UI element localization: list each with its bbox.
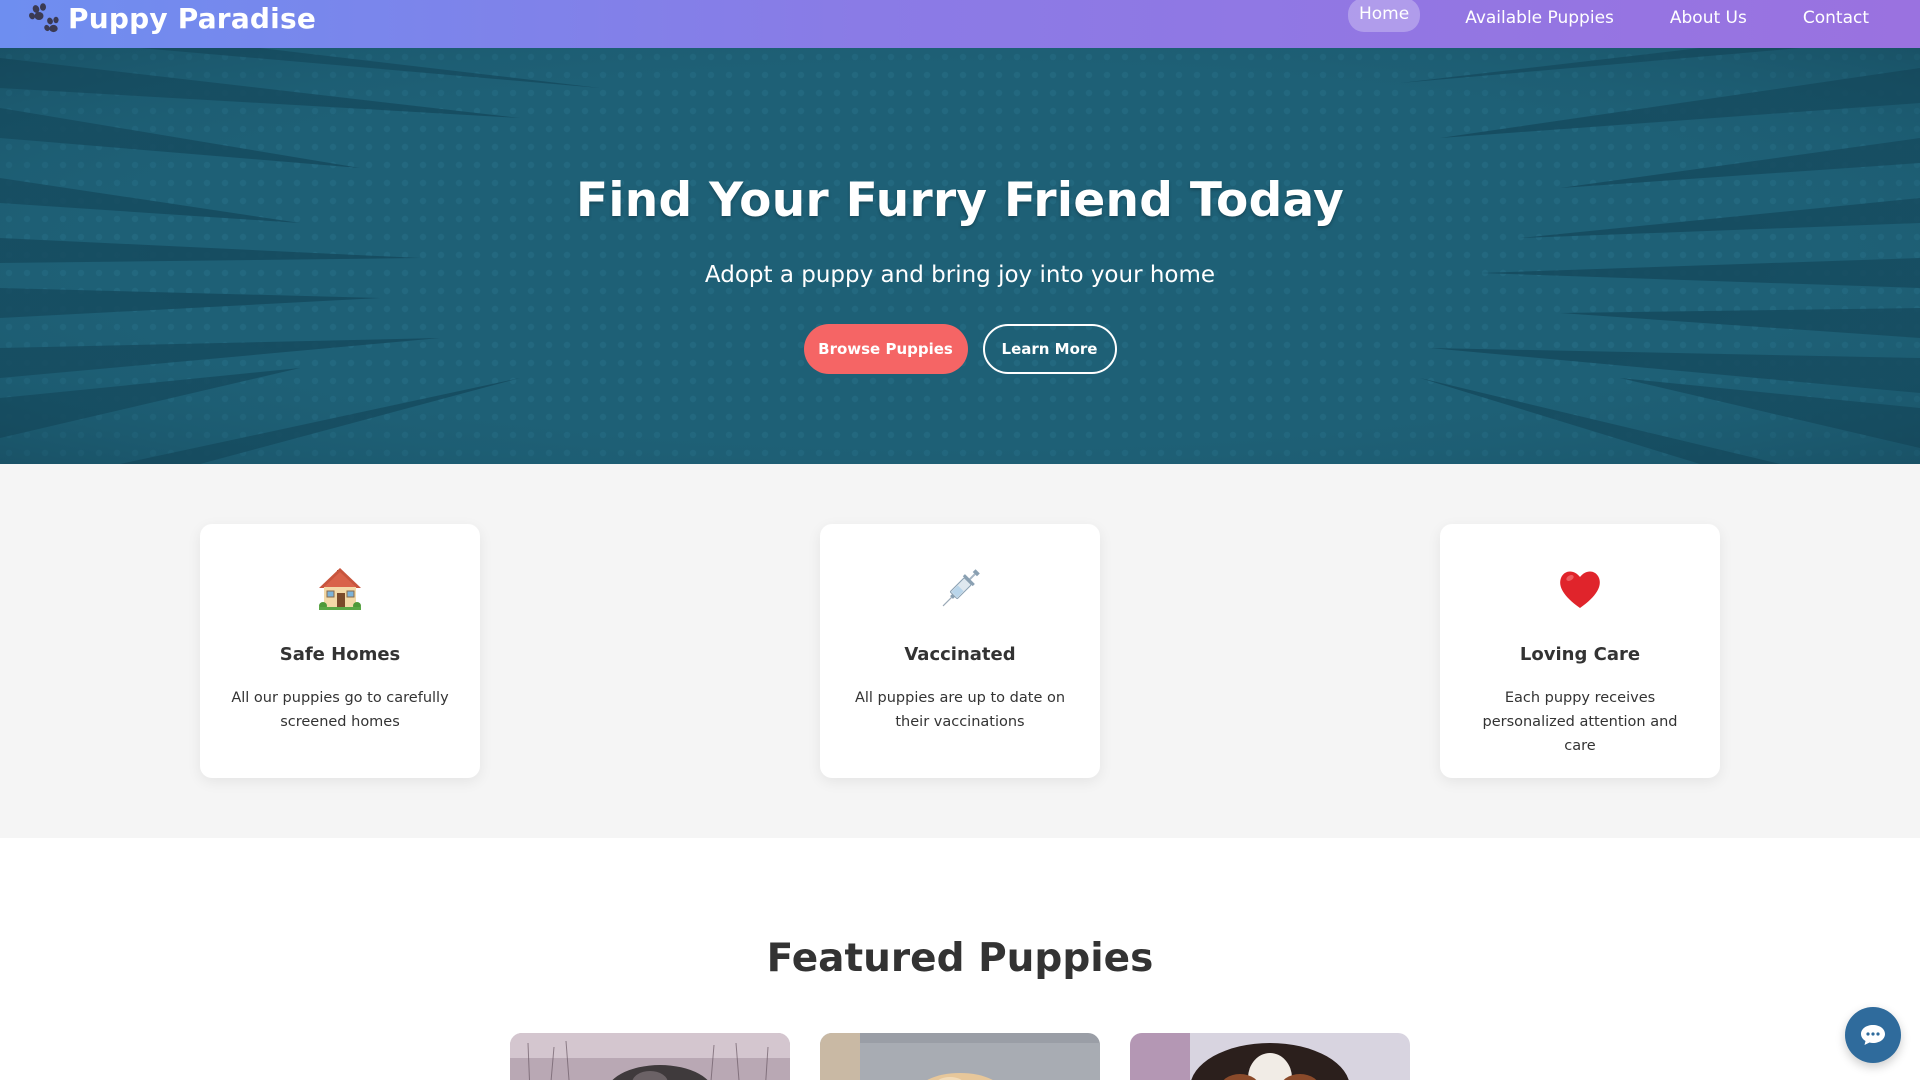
hero-title: Find Your Furry Friend Today [575,173,1345,228]
top-navbar: Puppy Paradise Home Available Puppies Ab… [0,0,1920,48]
nav-links: Home Available Puppies About Us Contact [1347,0,1880,32]
nav-home[interactable]: Home [1347,0,1421,32]
feature-card-safe-homes: Safe Homes All our puppies go to careful… [200,524,480,778]
brand[interactable]: Puppy Paradise [28,2,316,35]
paw-icon [29,3,59,33]
brand-title: Puppy Paradise [68,1,317,35]
puppy-photo-portrait [1130,1033,1410,1080]
puppy-photo-couch [820,1033,1100,1080]
house-icon [319,568,361,610]
puppy-card[interactable] [510,1033,790,1080]
hero-subtitle: Adopt a puppy and bring joy into your ho… [704,262,1216,288]
nav-available-puppies[interactable]: Available Puppies [1454,4,1625,32]
feature-title: Vaccinated [904,644,1016,665]
hero-content: Find Your Furry Friend Today Adopt a pup… [0,48,1920,464]
learn-more-button[interactable]: Learn More [982,324,1117,374]
puppy-photo-snow [510,1033,790,1080]
heart-icon [1560,571,1600,608]
browse-puppies-button[interactable]: Browse Puppies [803,324,968,374]
chat-button[interactable] [1845,1007,1901,1063]
feature-description: All our puppies go to carefully screened… [231,690,449,730]
nav-about-us[interactable]: About Us [1659,4,1758,32]
feature-description: All puppies are up to date on their vacc… [854,690,1066,730]
feature-card-loving-care: Loving Care Each puppy receives personal… [1440,524,1720,778]
featured-puppies-title: Featured Puppies [766,936,1154,981]
feature-card-vaccinated: Vaccinated All puppies are up to date on… [820,524,1100,778]
feature-title: Loving Care [1519,644,1641,665]
nav-contact[interactable]: Contact [1792,4,1880,32]
puppy-card[interactable] [820,1033,1100,1080]
syringe-icon [942,569,980,607]
feature-title: Safe Homes [279,644,401,665]
chat-bubble-icon [1861,1025,1885,1045]
hero-section: Find Your Furry Friend Today Adopt a pup… [0,48,1920,464]
features-section: Safe Homes All our puppies go to careful… [0,464,1920,838]
hero-buttons: Browse Puppies Learn More [0,324,1920,374]
feature-description: Each puppy receives personalized attenti… [1482,690,1678,754]
puppy-card[interactable] [1130,1033,1410,1080]
